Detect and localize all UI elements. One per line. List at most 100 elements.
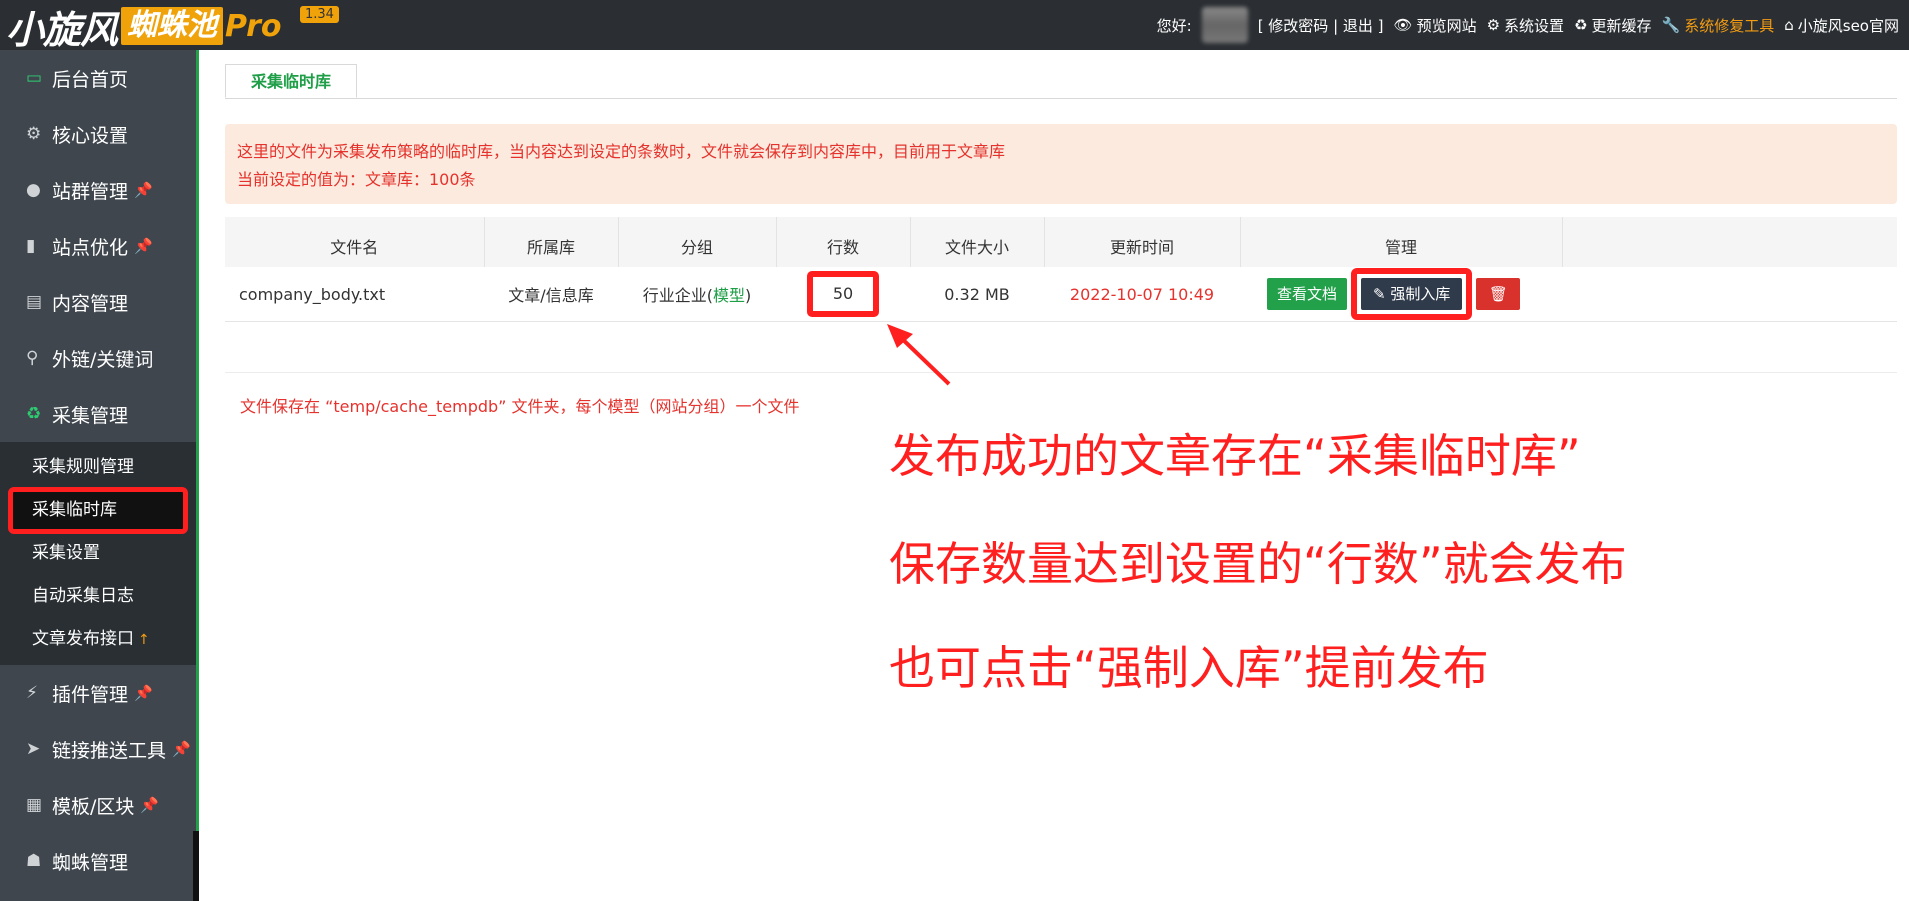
android-icon: ☗ (26, 851, 42, 871)
system-settings-label: 系统设置 (1504, 16, 1565, 35)
sidebar-item-label: 内容管理 (52, 292, 129, 315)
system-settings-link[interactable]: ⚙ 系统设置 (1487, 15, 1564, 36)
sidebar-item-label: 插件管理 (52, 683, 129, 706)
cell-manage: 查看文档 ✎ 强制入库 🗑 (1240, 267, 1562, 322)
username-blurred (1201, 7, 1248, 43)
logo[interactable]: 小旋风 蜘蛛池 Pro (6, 4, 282, 52)
update-cache-link[interactable]: ♻ 更新缓存 (1574, 15, 1651, 36)
edit-icon: ✎ (1373, 285, 1391, 303)
cell-group: 行业企业(模型) (618, 267, 776, 322)
annotation-line-2: 保存数量达到设置的“行数”就会发布 (889, 537, 1627, 591)
template-icon: ▦ (26, 795, 43, 815)
logo-main-text: 小旋风 (6, 7, 118, 52)
bar-chart-icon: ▮ (26, 236, 36, 256)
sidebar-item-core-settings[interactable]: ⚙ 核心设置 (0, 106, 196, 162)
annotation-arrow (887, 324, 951, 386)
cell-updated: 2022-10-07 10:49 (1044, 267, 1240, 322)
sidebar-item-label: 外链/关键词 (52, 348, 154, 371)
col-manage: 管理 (1240, 217, 1563, 267)
user-icon: ● (26, 180, 41, 200)
cell-size: 0.32 MB (910, 267, 1044, 322)
top-right-menu: 您好: [ 修改密码 | 退出 ] 👁 预览网站 ⚙ 系统设置 ♻ 更新缓存 🔧… (1157, 0, 1899, 50)
link-icon: ⚲ (26, 348, 39, 368)
logo-pro-text: Pro (225, 8, 282, 44)
sidebar-item-templates[interactable]: ▦ 模板/区块 📌 (0, 777, 196, 833)
col-filename: 文件名 (225, 217, 485, 267)
sidebar-item-label: 蜘蛛管理 (52, 851, 129, 874)
force-import-label: 强制入库 (1390, 285, 1451, 303)
force-import-highlight: ✎ 强制入库 (1351, 268, 1473, 320)
table-row: company_body.txt 文章/信息库 行业企业(模型) 50 0.32… (225, 267, 1897, 322)
logo-sub-text: 蜘蛛池 (121, 7, 224, 45)
sidebar-item-links-keywords[interactable]: ⚲ 外链/关键词 (0, 330, 196, 386)
sidebar-item-label: 模板/区块 (52, 795, 135, 818)
divider (225, 372, 1897, 373)
official-site-link[interactable]: ⌂ 小旋风seo官网 (1784, 15, 1899, 36)
sidebar-item-link-push[interactable]: ➤ 链接推送工具 📌 (0, 721, 196, 777)
pin-icon: 📌 (172, 740, 191, 758)
sidebar-subitem-collect-settings[interactable]: 采集设置 (0, 532, 196, 575)
group-close: ) (745, 286, 752, 305)
repair-tool-link[interactable]: 🔧 系统修复工具 (1662, 15, 1775, 36)
group-model-link[interactable]: 模型 (713, 286, 745, 305)
eye-icon: 👁 (1393, 16, 1413, 34)
sidebar-item-spider[interactable]: ☗ 蜘蛛管理 (0, 833, 196, 889)
home-icon: ⌂ (1784, 16, 1794, 34)
account-links[interactable]: [ 修改密码 | 退出 ] (1258, 15, 1384, 36)
preview-site-link[interactable]: 👁 预览网站 (1394, 15, 1477, 36)
temp-files-table: 文件名 所属库 分组 行数 文件大小 更新时间 管理 company_body.… (225, 217, 1897, 322)
col-updated: 更新时间 (1044, 217, 1241, 267)
tab-bar: 采集临时库 (225, 64, 1897, 99)
plug-icon: ⚡ (26, 683, 38, 703)
sidebar-item-site-optimize[interactable]: ▮ 站点优化 📌 (0, 218, 196, 274)
monitor-icon: ▭ (26, 68, 43, 88)
document-icon: ▤ (26, 292, 43, 312)
cell-lines: 50 (776, 267, 910, 322)
sidebar-subitem-publish-api[interactable]: 文章发布接口 ↑ (0, 618, 196, 661)
sidebar-item-content[interactable]: ▤ 内容管理 (0, 274, 196, 330)
col-size: 文件大小 (910, 217, 1045, 267)
notice-line-2: 当前设定的值为：文章库：100条 (237, 170, 476, 189)
main-content: 采集临时库 这里的文件为采集发布策略的临时库，当内容达到设定的条数时，文件就会保… (199, 50, 1909, 901)
gear-icon: ⚙ (1486, 16, 1501, 34)
storage-note: 文件保存在 “temp/cache_tempdb” 文件夹，每个模型（网站分组）… (240, 397, 800, 416)
notice-box: 这里的文件为采集发布策略的临时库，当内容达到设定的条数时，文件就会保存到内容库中… (225, 124, 1897, 204)
arrow-up-icon: ↑ (138, 632, 150, 648)
pin-icon: 📌 (134, 684, 153, 702)
trash-icon: 🗑 (1488, 285, 1508, 303)
force-import-button[interactable]: ✎ 强制入库 (1361, 278, 1463, 310)
sidebar-item-label: 核心设置 (52, 124, 129, 147)
sidebar-subitem-collect-temp-db[interactable]: 采集临时库 (8, 487, 188, 534)
col-empty (1562, 217, 1897, 267)
cell-filename: company_body.txt (225, 267, 484, 322)
pin-icon: 📌 (134, 237, 153, 255)
sidebar-item-site-group[interactable]: ● 站群管理 📌 (0, 162, 196, 218)
sidebar-item-label: 后台首页 (52, 68, 129, 91)
sidebar-item-label: 采集管理 (52, 404, 129, 427)
sidebar-subitem-collect-rules[interactable]: 采集规则管理 (0, 446, 196, 489)
greeting: 您好: (1156, 16, 1192, 35)
view-document-button[interactable]: 查看文档 (1267, 278, 1348, 310)
pin-icon: 📌 (140, 796, 160, 814)
cell-empty (1562, 267, 1897, 322)
delete-button[interactable]: 🗑 (1476, 278, 1521, 310)
sidebar-item-collect[interactable]: ♻ 采集管理 (0, 386, 196, 442)
lines-value-highlight: 50 (807, 271, 879, 317)
sidebar-subitem-auto-collect-log[interactable]: 自动采集日志 (0, 575, 196, 618)
sidebar-item-plugins[interactable]: ⚡ 插件管理 📌 (0, 665, 196, 721)
collect-submenu: 采集规则管理 采集临时库 采集设置 自动采集日志 文章发布接口 ↑ (0, 442, 196, 665)
top-bar: 小旋风 蜘蛛池 Pro 1.34 您好: [ 修改密码 | 退出 ] 👁 预览网… (0, 0, 1909, 52)
sidebar-subitem-label: 文章发布接口 (32, 629, 134, 649)
recycle-icon: ♻ (26, 404, 42, 424)
send-icon: ➤ (26, 739, 41, 759)
annotation-line-3: 也可点击“强制入库”提前发布 (889, 641, 1489, 695)
cell-library: 文章/信息库 (484, 267, 618, 322)
version-badge: 1.34 (300, 6, 339, 23)
col-lines: 行数 (776, 217, 911, 267)
sidebar-item-home[interactable]: ▭ 后台首页 (0, 50, 196, 106)
update-cache-label: 更新缓存 (1591, 16, 1652, 35)
wrench-icon: 🔧 (1661, 16, 1681, 34)
group-name: 行业企业( (642, 286, 713, 305)
tab-collect-temp-db[interactable]: 采集临时库 (225, 64, 358, 98)
annotation-line-1: 发布成功的文章存在“采集临时库” (889, 429, 1581, 483)
